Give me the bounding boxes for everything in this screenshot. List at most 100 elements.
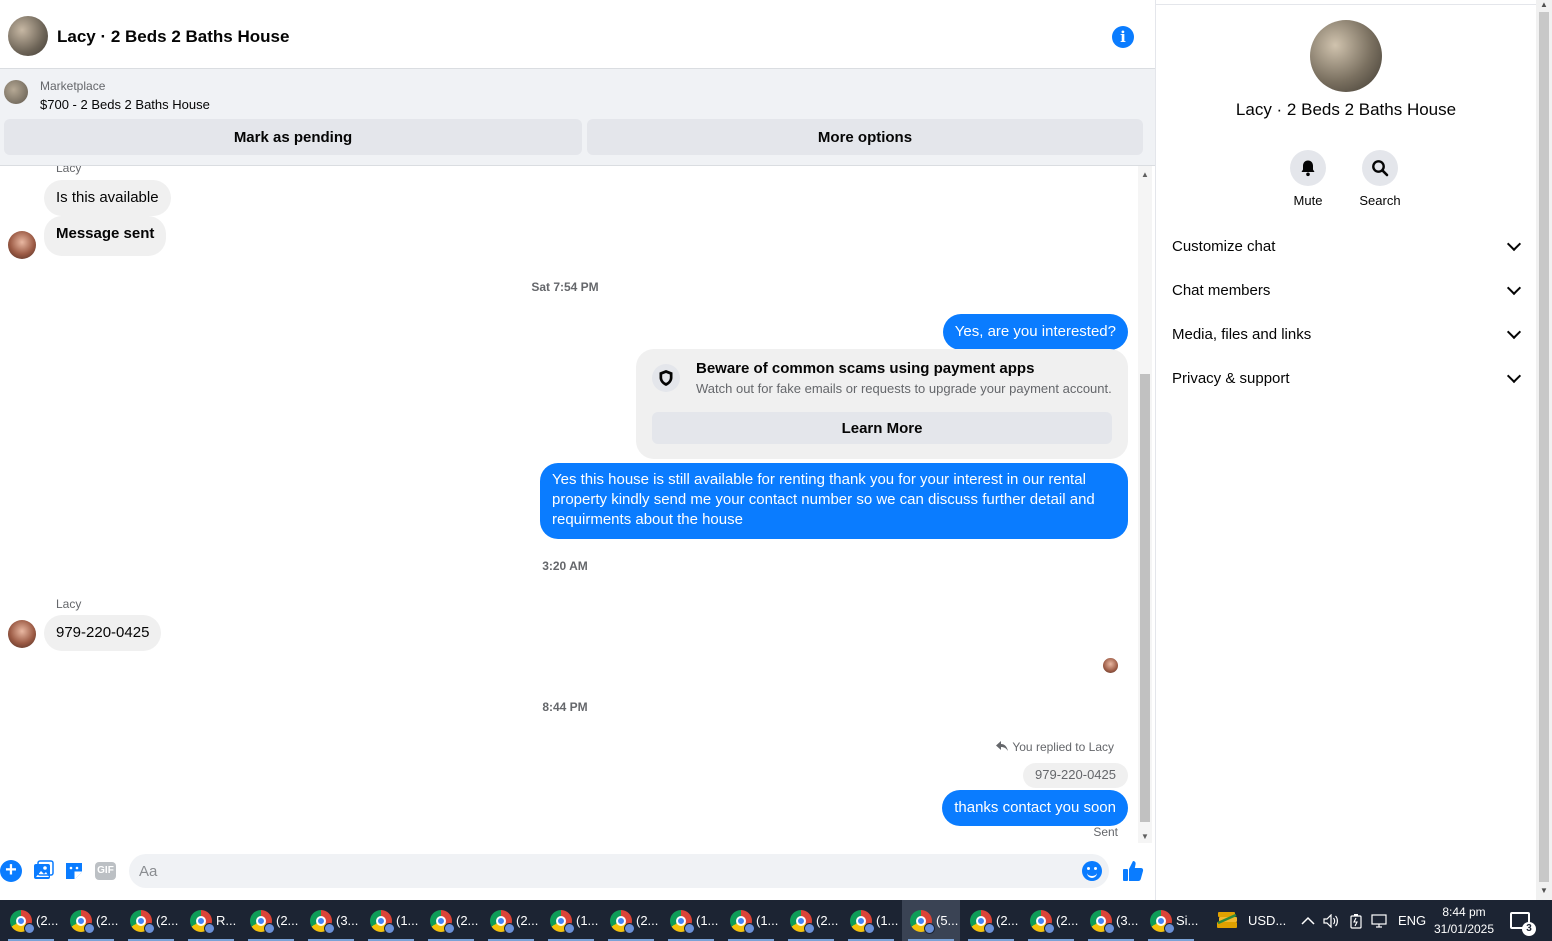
message-input-container[interactable] <box>129 854 1109 888</box>
sticker-icon[interactable] <box>63 860 85 882</box>
taskbar-chrome-window[interactable]: (2... <box>602 900 660 941</box>
incoming-message[interactable]: Is this available <box>44 180 171 216</box>
plus-icon[interactable]: + <box>0 860 22 882</box>
scroll-up-arrow-icon[interactable]: ▲ <box>1540 0 1548 9</box>
volume-icon[interactable] <box>1323 900 1339 941</box>
section-privacy-support[interactable]: Privacy & support <box>1172 356 1522 400</box>
scroll-down-arrow-icon[interactable]: ▼ <box>1141 832 1149 841</box>
bell-icon[interactable] <box>1290 150 1326 186</box>
learn-more-button[interactable]: Learn More <box>652 412 1112 444</box>
section-media-files-links[interactable]: Media, files and links <box>1172 312 1522 356</box>
taskbar-window-label: (2... <box>276 913 299 928</box>
scroll-down-arrow-icon[interactable]: ▼ <box>1540 886 1548 895</box>
profile-badge-icon <box>24 922 35 934</box>
network-icon[interactable] <box>1371 900 1389 941</box>
taskbar-chrome-window[interactable]: (2... <box>422 900 480 941</box>
battery-icon[interactable] <box>1349 900 1363 941</box>
chat-details-panel: Lacy · 2 Beds 2 Baths House Mute Search … <box>1156 5 1536 900</box>
taskbar-chrome-window[interactable]: (1... <box>662 900 720 941</box>
message-input[interactable] <box>139 854 1069 888</box>
taskbar-window-label: (2... <box>1056 913 1079 928</box>
section-chat-members[interactable]: Chat members <box>1172 268 1522 312</box>
taskbar-chrome-window[interactable]: (2... <box>62 900 120 941</box>
profile-badge-icon <box>144 922 155 934</box>
outgoing-message[interactable]: thanks contact you soon <box>942 790 1128 826</box>
input-language[interactable]: ENG <box>1398 900 1426 941</box>
taskbar-chrome-window[interactable]: (1... <box>542 900 600 941</box>
photo-icon[interactable] <box>32 860 54 882</box>
scroll-up-arrow-icon[interactable]: ▲ <box>1141 170 1149 179</box>
taskbar-chrome-window[interactable]: (1... <box>362 900 420 941</box>
chrome-icon <box>190 909 215 934</box>
system-clock[interactable]: 8:44 pm 31/01/2025 <box>1432 904 1496 938</box>
currency-widget-icon[interactable] <box>1216 910 1238 930</box>
taskbar-chrome-window[interactable]: Si... <box>1142 900 1200 941</box>
taskbar-chrome-window[interactable]: R... <box>182 900 240 941</box>
chrome-icon <box>430 909 455 934</box>
profile-badge-icon <box>504 922 515 934</box>
taskbar-chrome-window[interactable]: (2... <box>2 900 60 941</box>
outgoing-message[interactable]: Yes, are you interested? <box>942 314 1128 350</box>
info-icon[interactable]: i <box>1112 26 1134 48</box>
seen-receipt-avatar <box>1103 658 1118 673</box>
chevron-down-icon <box>1506 324 1522 339</box>
thumbs-up-icon[interactable] <box>1121 859 1144 881</box>
listing-thumbnail[interactable] <box>4 80 28 104</box>
taskbar-chrome-window[interactable]: (3... <box>302 900 360 941</box>
incoming-message[interactable]: Message sent <box>44 216 167 256</box>
gif-icon[interactable]: GIF <box>95 862 116 880</box>
section-customize-chat[interactable]: Customize chat <box>1172 224 1522 268</box>
taskbar-window-label: (2... <box>996 913 1019 928</box>
taskbar-chrome-window[interactable]: (2... <box>482 900 540 941</box>
taskbar-window-label: R... <box>216 913 237 928</box>
chrome-icon <box>850 909 875 934</box>
taskbar-chrome-window[interactable]: (2... <box>1022 900 1080 941</box>
chat-column: Lacy · 2 Beds 2 Baths House i Marketplac… <box>0 0 1156 900</box>
profile-badge-icon <box>984 922 995 934</box>
taskbar-window-label: (2... <box>96 913 119 928</box>
currency-widget-label[interactable]: USD... <box>1248 900 1286 941</box>
details-avatar[interactable] <box>1310 20 1382 92</box>
taskbar-chrome-window[interactable]: (2... <box>122 900 180 941</box>
taskbar-chrome-window[interactable]: (3... <box>1082 900 1140 941</box>
scam-warning-subtitle: Watch out for fake emails or requests to… <box>696 381 1112 396</box>
emoji-icon[interactable] <box>1082 861 1102 881</box>
taskbar-window-label: (5... <box>936 913 959 928</box>
outgoing-message[interactable]: Yes this house is still available for re… <box>540 463 1128 539</box>
profile-badge-icon <box>804 922 815 934</box>
scrollbar-thumb[interactable] <box>1140 374 1150 822</box>
page-scrollbar-thumb[interactable] <box>1539 12 1549 882</box>
listing-price-title[interactable]: $700 - 2 Beds 2 Baths House <box>40 97 210 112</box>
search-icon[interactable] <box>1362 150 1398 186</box>
mute-button[interactable]: Mute <box>1273 150 1343 208</box>
chevron-down-icon <box>1506 280 1522 295</box>
page-scrollbar[interactable]: ▲ ▼ <box>1536 0 1552 900</box>
more-options-button[interactable]: More options <box>587 119 1143 155</box>
taskbar-window-label: Si... <box>1176 913 1199 928</box>
taskbar-chrome-window[interactable]: (2... <box>242 900 300 941</box>
notification-count: 3 <box>1522 922 1536 936</box>
chevron-up-icon[interactable] <box>1301 900 1315 941</box>
taskbar-chrome-window[interactable]: (2... <box>782 900 840 941</box>
chevron-down-icon <box>1506 236 1522 251</box>
replied-message-quote[interactable]: 979-220-0425 <box>1023 763 1128 788</box>
taskbar-chrome-window[interactable]: (2... <box>962 900 1020 941</box>
chrome-icon <box>790 909 815 934</box>
mark-as-pending-button[interactable]: Mark as pending <box>4 119 582 155</box>
taskbar-chrome-window[interactable]: (1... <box>722 900 780 941</box>
chrome-icon <box>730 909 755 934</box>
sender-name: Lacy <box>56 166 82 175</box>
message-scrollbar[interactable]: ▲ ▼ <box>1138 166 1152 843</box>
chat-title[interactable]: Lacy · 2 Beds 2 Baths House <box>57 27 289 47</box>
chrome-icon <box>670 909 695 934</box>
incoming-message[interactable]: 979-220-0425 <box>44 615 162 651</box>
chrome-icon <box>10 909 35 934</box>
sender-avatar[interactable] <box>8 620 36 648</box>
profile-badge-icon <box>864 922 875 934</box>
taskbar-window-label: (2... <box>156 913 179 928</box>
taskbar-chrome-window[interactable]: (5... <box>902 900 960 941</box>
listing-avatar[interactable] <box>8 16 48 56</box>
taskbar-chrome-window[interactable]: (1... <box>842 900 900 941</box>
sender-avatar[interactable] <box>8 231 36 259</box>
search-in-conversation-button[interactable]: Search <box>1345 150 1415 208</box>
